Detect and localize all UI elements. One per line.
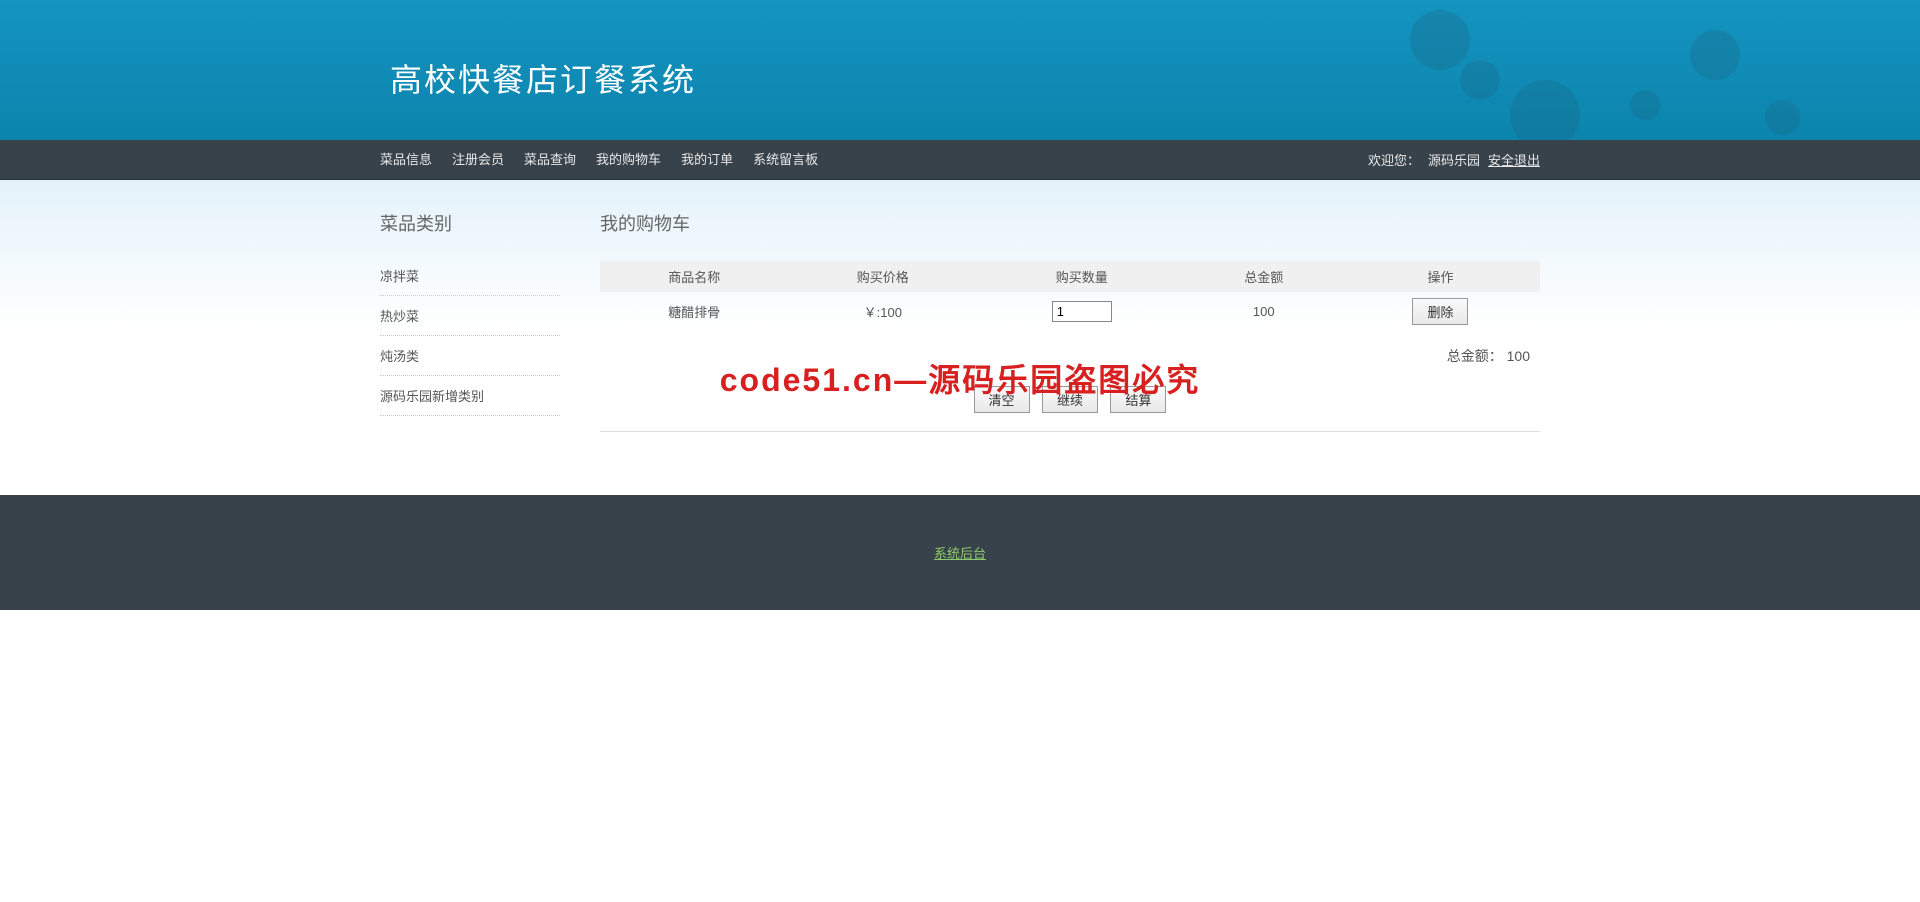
item-qty-cell xyxy=(977,292,1186,331)
sidebar-item-cold[interactable]: 凉拌菜 xyxy=(380,256,560,296)
action-buttons: 清空 继续 结算 xyxy=(600,376,1540,423)
header-name: 商品名称 xyxy=(600,261,789,292)
logout-link[interactable]: 安全退出 xyxy=(1488,150,1540,169)
total-row: 总金额： 100 xyxy=(600,331,1540,376)
clear-button[interactable]: 清空 xyxy=(974,386,1030,413)
cart-table: 商品名称 购买价格 购买数量 总金额 操作 糖醋排骨 ￥:100 10 xyxy=(600,261,1540,331)
header-qty: 购买数量 xyxy=(977,261,1186,292)
item-name: 糖醋排骨 xyxy=(600,292,789,331)
page-footer: 系统后台 xyxy=(0,495,1920,610)
total-label: 总金额： xyxy=(1447,348,1503,364)
decorative-splash xyxy=(1765,100,1800,135)
header-amount: 总金额 xyxy=(1186,261,1340,292)
sidebar-title: 菜品类别 xyxy=(380,210,560,236)
item-price: ￥:100 xyxy=(789,292,978,331)
main-navbar: 菜品信息 注册会员 菜品查询 我的购物车 我的订单 系统留言板 欢迎您： 源码乐… xyxy=(0,140,1920,180)
nav-messages[interactable]: 系统留言板 xyxy=(753,140,818,180)
divider xyxy=(600,431,1540,432)
sidebar-item-soup[interactable]: 炖汤类 xyxy=(380,336,560,376)
content-title: 我的购物车 xyxy=(600,210,1540,236)
welcome-label: 欢迎您： xyxy=(1368,150,1420,169)
nav-dishes[interactable]: 菜品信息 xyxy=(380,140,432,180)
nav-cart[interactable]: 我的购物车 xyxy=(596,140,661,180)
page-header: 高校快餐店订餐系统 xyxy=(0,0,1920,140)
site-title: 高校快餐店订餐系统 xyxy=(380,0,1540,101)
quantity-input[interactable] xyxy=(1052,301,1112,322)
category-sidebar: 菜品类别 凉拌菜 热炒菜 炖汤类 源码乐园新增类别 xyxy=(380,210,560,432)
user-info: 欢迎您： 源码乐园 安全退出 xyxy=(1368,150,1540,169)
header-action: 操作 xyxy=(1341,261,1540,292)
username: 源码乐园 xyxy=(1428,150,1480,169)
sidebar-item-new[interactable]: 源码乐园新增类别 xyxy=(380,376,560,416)
decorative-splash xyxy=(1690,30,1740,80)
continue-button[interactable]: 继续 xyxy=(1042,386,1098,413)
nav-register[interactable]: 注册会员 xyxy=(452,140,504,180)
total-value: 100 xyxy=(1507,348,1530,364)
item-amount: 100 xyxy=(1186,292,1340,331)
nav-menu: 菜品信息 注册会员 菜品查询 我的购物车 我的订单 系统留言板 xyxy=(380,140,818,180)
table-row: 糖醋排骨 ￥:100 100 删除 xyxy=(600,292,1540,331)
item-action-cell: 删除 xyxy=(1341,292,1540,331)
sidebar-item-hot[interactable]: 热炒菜 xyxy=(380,296,560,336)
checkout-button[interactable]: 结算 xyxy=(1110,386,1166,413)
delete-button[interactable]: 删除 xyxy=(1412,298,1468,325)
main-content-area: 菜品类别 凉拌菜 热炒菜 炖汤类 源码乐园新增类别 我的购物车 商品名称 购买价… xyxy=(0,180,1920,495)
decorative-splash xyxy=(1630,90,1660,120)
header-price: 购买价格 xyxy=(789,261,978,292)
nav-orders[interactable]: 我的订单 xyxy=(681,140,733,180)
nav-search[interactable]: 菜品查询 xyxy=(524,140,576,180)
admin-link[interactable]: 系统后台 xyxy=(934,543,986,562)
cart-content: 我的购物车 商品名称 购买价格 购买数量 总金额 操作 糖醋排骨 ￥:100 xyxy=(600,210,1540,432)
